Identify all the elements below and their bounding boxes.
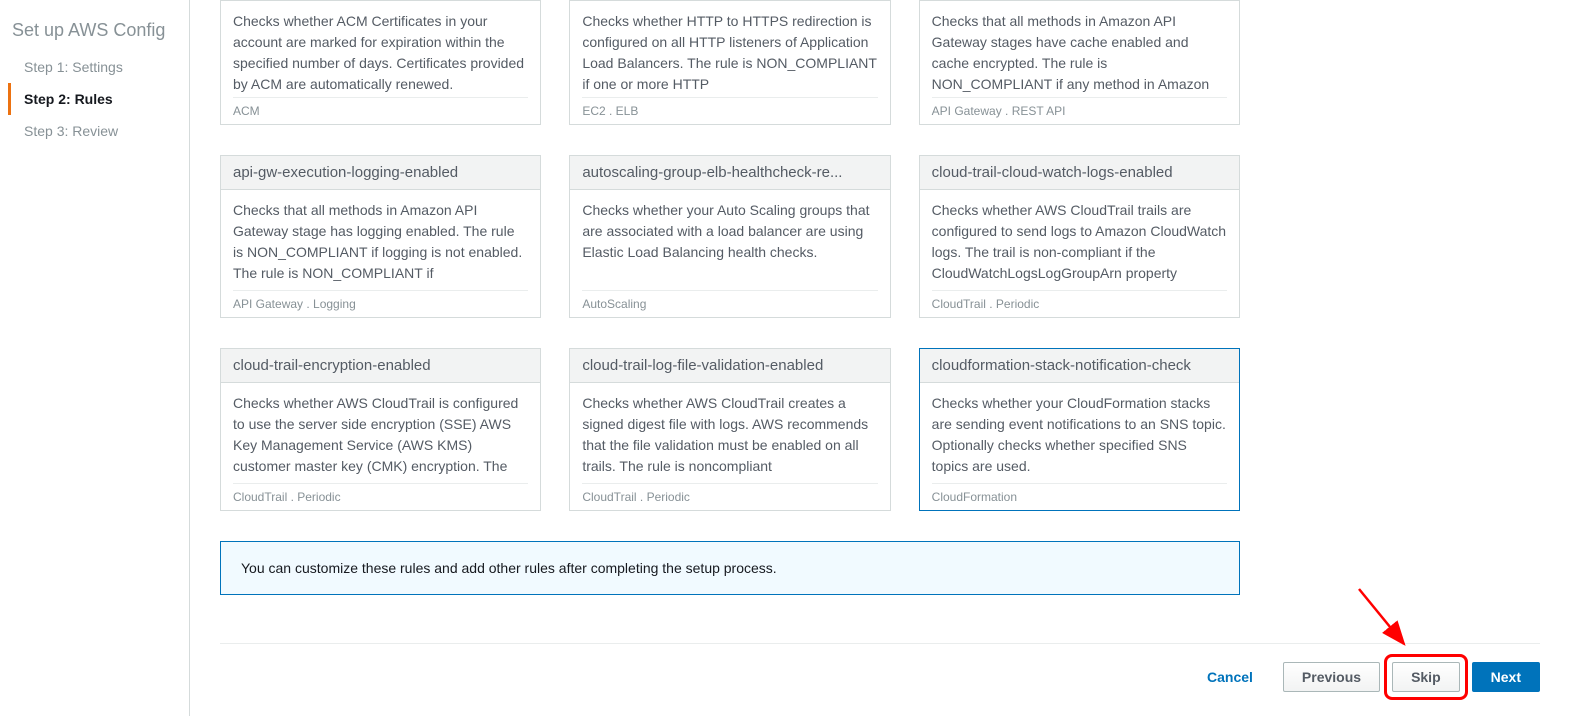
rule-title: cloudformation-stack-notification-check <box>920 349 1239 383</box>
previous-button[interactable]: Previous <box>1283 662 1380 692</box>
rule-tags: API Gateway . REST API <box>932 97 1227 124</box>
rule-tags: CloudTrail . Periodic <box>582 483 877 510</box>
rule-card-cloudtrail-cwlogs[interactable]: cloud-trail-cloud-watch-logs-enabled Che… <box>919 155 1240 318</box>
footer: Cancel Previous Skip Next <box>220 644 1540 692</box>
rule-title: cloud-trail-encryption-enabled <box>221 349 540 383</box>
main-content: Checks whether ACM Certificates in your … <box>190 0 1580 716</box>
rule-desc: Checks whether AWS CloudTrail is configu… <box>221 383 540 483</box>
step-2-rules[interactable]: Step 2: Rules <box>8 83 189 115</box>
rule-card-cloudtrail-logvalidate[interactable]: cloud-trail-log-file-validation-enabled … <box>569 348 890 511</box>
rule-title: api-gw-execution-logging-enabled <box>221 156 540 190</box>
rule-desc: Checks whether HTTP to HTTPS redirection… <box>570 1 889 97</box>
rule-tags: AutoScaling <box>582 290 877 317</box>
rule-desc: Checks that all methods in Amazon API Ga… <box>221 190 540 290</box>
rule-tags: ACM <box>233 97 528 124</box>
rule-card-cloudformation-sns[interactable]: cloudformation-stack-notification-check … <box>919 348 1240 511</box>
rule-card-acm-certificate[interactable]: Checks whether ACM Certificates in your … <box>220 0 541 125</box>
next-button[interactable]: Next <box>1472 662 1540 692</box>
rule-tags: EC2 . ELB <box>582 97 877 124</box>
rule-desc: Checks whether your CloudFormation stack… <box>920 383 1239 483</box>
rule-tags: CloudTrail . Periodic <box>932 290 1227 317</box>
step-3-review[interactable]: Step 3: Review <box>8 115 189 147</box>
rules-grid: Checks whether ACM Certificates in your … <box>220 0 1240 511</box>
step-1-settings[interactable]: Step 1: Settings <box>8 51 189 83</box>
rule-desc: Checks that all methods in Amazon API Ga… <box>920 1 1239 97</box>
rule-desc: Checks whether AWS CloudTrail creates a … <box>570 383 889 483</box>
rule-card-api-gw-logging[interactable]: api-gw-execution-logging-enabled Checks … <box>220 155 541 318</box>
rule-desc: Checks whether AWS CloudTrail trails are… <box>920 190 1239 290</box>
rule-tags: CloudTrail . Periodic <box>233 483 528 510</box>
rule-desc: Checks whether ACM Certificates in your … <box>221 1 540 97</box>
rule-card-alb-redirect[interactable]: Checks whether HTTP to HTTPS redirection… <box>569 0 890 125</box>
rule-tags: API Gateway . Logging <box>233 290 528 317</box>
rule-title: cloud-trail-log-file-validation-enabled <box>570 349 889 383</box>
rule-card-cloudtrail-encrypt[interactable]: cloud-trail-encryption-enabled Checks wh… <box>220 348 541 511</box>
info-banner: You can customize these rules and add ot… <box>220 541 1240 595</box>
rule-tags: CloudFormation <box>932 483 1227 510</box>
rule-card-api-gw-cache[interactable]: Checks that all methods in Amazon API Ga… <box>919 0 1240 125</box>
rule-title: cloud-trail-cloud-watch-logs-enabled <box>920 156 1239 190</box>
cancel-button[interactable]: Cancel <box>1189 663 1271 691</box>
sidebar-title: Set up AWS Config <box>8 20 189 41</box>
rule-card-autoscaling-elb[interactable]: autoscaling-group-elb-healthcheck-re... … <box>569 155 890 318</box>
sidebar: Set up AWS Config Step 1: Settings Step … <box>0 0 190 716</box>
rule-title: autoscaling-group-elb-healthcheck-re... <box>570 156 889 190</box>
rule-desc: Checks whether your Auto Scaling groups … <box>570 190 889 290</box>
skip-button[interactable]: Skip <box>1392 662 1460 692</box>
